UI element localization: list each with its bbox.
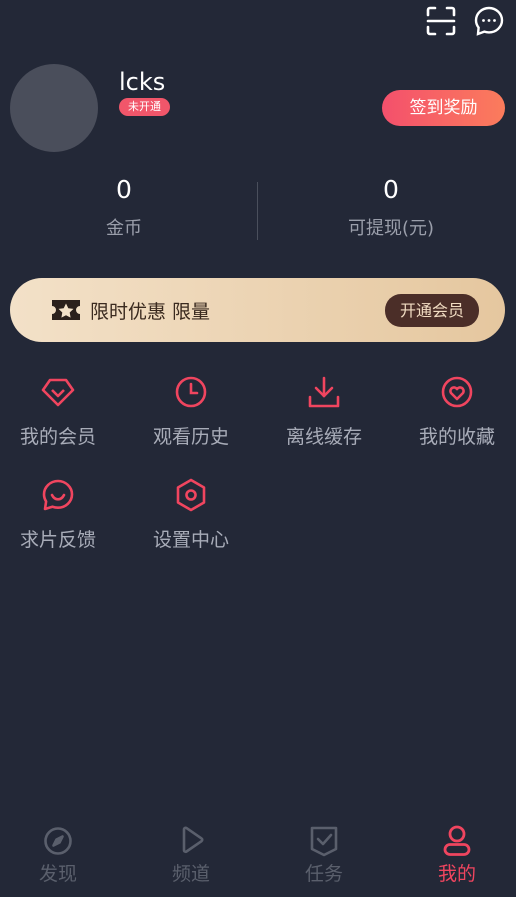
bottom-tab-bar: 发现 频道 任务 我的 xyxy=(0,804,516,897)
withdrawable-value: 0 xyxy=(383,175,399,204)
menu-label: 观看历史 xyxy=(152,426,229,448)
menu-label: 设置中心 xyxy=(152,529,229,551)
download-icon xyxy=(304,372,344,412)
checkin-reward-button[interactable]: 签到奖励 xyxy=(382,90,505,126)
coins-stat[interactable]: 0 金币 xyxy=(34,172,214,240)
tab-label: 发现 xyxy=(38,863,77,885)
withdrawable-stat[interactable]: 0 可提现(元) xyxy=(301,172,481,240)
top-toolbar xyxy=(424,4,506,38)
menu-label: 求片反馈 xyxy=(19,529,96,551)
menu-item-settings[interactable]: 设置中心 xyxy=(136,475,246,552)
compass-icon xyxy=(40,824,76,858)
task-icon xyxy=(306,824,342,858)
coins-label: 金币 xyxy=(106,218,142,239)
tab-label: 我的 xyxy=(437,863,476,885)
heart-icon xyxy=(437,372,477,412)
tab-label: 任务 xyxy=(304,863,343,885)
tab-mine[interactable]: 我的 xyxy=(407,824,507,886)
ticket-star-icon xyxy=(50,297,82,323)
message-icon[interactable] xyxy=(472,4,506,38)
menu-label: 离线缓存 xyxy=(285,426,362,448)
withdrawable-label: 可提现(元) xyxy=(347,218,435,239)
username: lcks xyxy=(119,68,166,96)
menu-item-watch-history[interactable]: 观看历史 xyxy=(136,372,246,449)
scan-icon[interactable] xyxy=(424,4,458,38)
user-icon xyxy=(439,824,475,858)
vip-promo-banner[interactable]: 限时优惠 限量 开通会员 xyxy=(10,278,505,342)
tab-label: 频道 xyxy=(171,863,210,885)
menu-item-my-vip[interactable]: 我的会员 xyxy=(3,372,113,449)
stats-divider xyxy=(257,182,258,240)
menu-label: 我的收藏 xyxy=(418,426,495,448)
avatar[interactable] xyxy=(10,64,98,152)
coins-value: 0 xyxy=(116,175,132,204)
menu-item-offline-cache[interactable]: 离线缓存 xyxy=(269,372,379,449)
tab-tasks[interactable]: 任务 xyxy=(274,824,374,886)
tab-discover[interactable]: 发现 xyxy=(8,824,108,886)
vip-promo-text: 限时优惠 限量 xyxy=(90,300,211,323)
play-icon xyxy=(173,824,209,858)
diamond-icon xyxy=(38,372,78,412)
vip-status-badge: 未开通 xyxy=(119,98,170,116)
feedback-icon xyxy=(38,475,78,515)
tab-channels[interactable]: 频道 xyxy=(141,824,241,886)
open-vip-button[interactable]: 开通会员 xyxy=(384,294,479,327)
menu-item-favorites[interactable]: 我的收藏 xyxy=(402,372,512,449)
menu-label: 我的会员 xyxy=(19,426,96,448)
settings-icon xyxy=(171,475,211,515)
menu-item-request-feedback[interactable]: 求片反馈 xyxy=(3,475,113,552)
clock-icon xyxy=(171,372,211,412)
